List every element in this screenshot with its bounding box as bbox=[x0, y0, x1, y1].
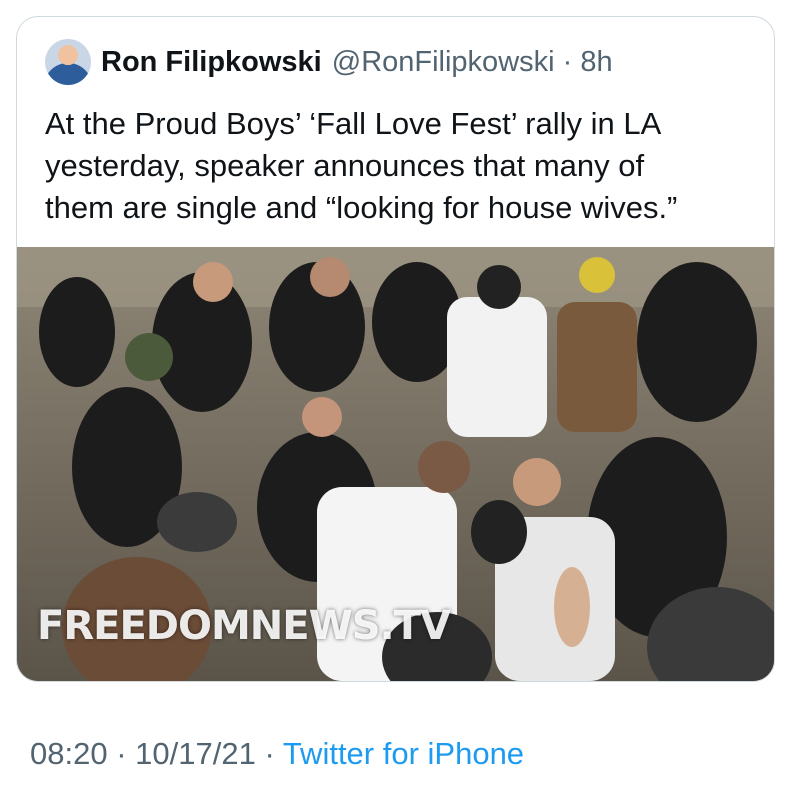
tweet-source-link[interactable]: Twitter for iPhone bbox=[283, 736, 524, 771]
meta-separator-1: · bbox=[116, 736, 136, 771]
author-avatar[interactable] bbox=[45, 39, 91, 85]
author-handle[interactable]: @RonFilipkowski bbox=[332, 46, 555, 78]
tweet-card[interactable]: Ron Filipkowski @RonFilipkowski · 8h At … bbox=[16, 16, 775, 682]
meta-separator-2: · bbox=[264, 736, 283, 771]
author-handle-line: @RonFilipkowski · 8h bbox=[332, 46, 613, 79]
tweet-media[interactable]: FREEDOMNEWS.TV bbox=[17, 247, 774, 681]
tweet-meta: 08:20 · 10/17/21 · Twitter for iPhone bbox=[30, 736, 524, 772]
tweet-text: At the Proud Boys’ ‘Fall Love Fest’ rall… bbox=[45, 106, 678, 225]
tweet-age[interactable]: 8h bbox=[580, 46, 612, 78]
tweet-date[interactable]: 10/17/21 bbox=[135, 736, 256, 771]
tweet-header: Ron Filipkowski @RonFilipkowski · 8h bbox=[45, 39, 613, 85]
author-name[interactable]: Ron Filipkowski bbox=[101, 46, 322, 79]
media-watermark: FREEDOMNEWS.TV bbox=[37, 603, 451, 649]
separator-dot: · bbox=[562, 45, 573, 78]
tweet-time[interactable]: 08:20 bbox=[30, 736, 108, 771]
